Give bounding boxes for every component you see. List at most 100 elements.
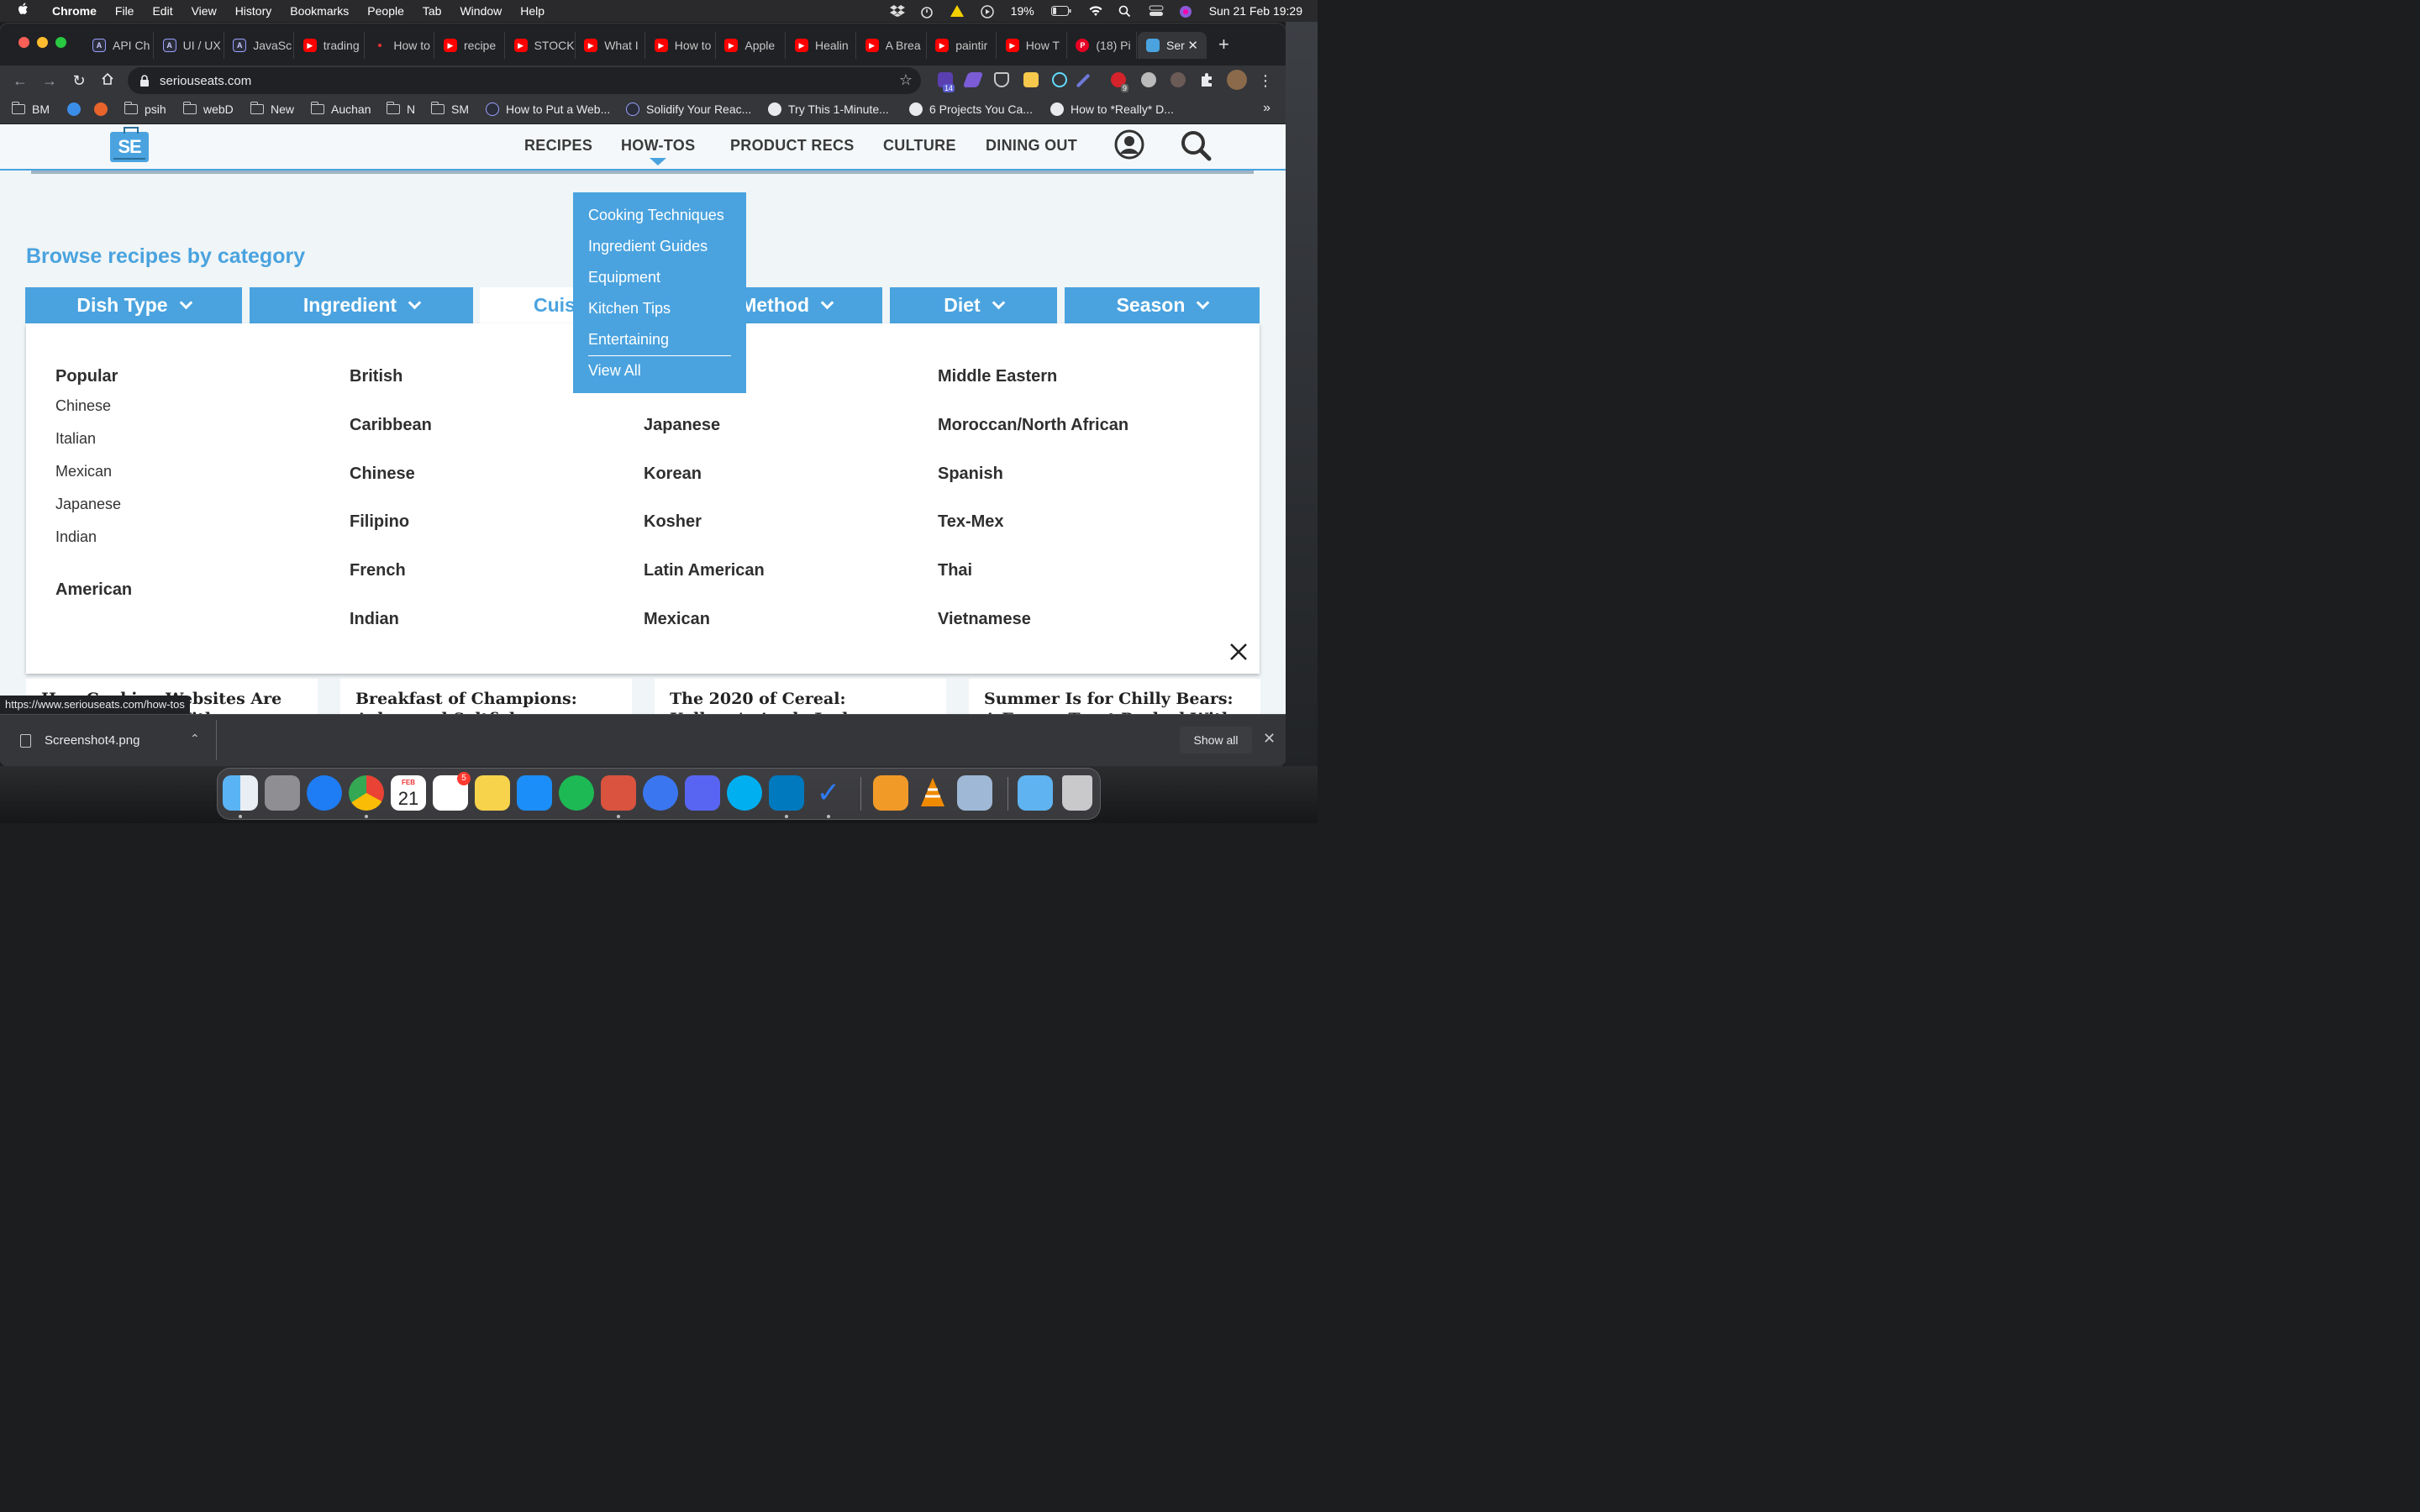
todo-checkmark-icon[interactable]: ✓ [811,775,846,811]
calendar-icon[interactable]: FEB 21 [391,775,426,811]
notes-extension-icon[interactable] [1023,72,1039,87]
nav-culture[interactable]: CULTURE [883,137,956,155]
launchpad-icon[interactable] [265,775,300,811]
bookmark-item[interactable] [94,102,114,116]
spotlight-search-icon[interactable] [1118,5,1132,18]
popular-link[interactable]: Italian [55,430,96,448]
menubar-clock[interactable]: Sun 21 Feb 19:29 [1209,4,1302,18]
popular-link[interactable]: Indian [55,528,97,546]
cuisine-link[interactable]: Caribbean [350,416,432,435]
home-icon[interactable] [97,71,118,91]
cuisine-link[interactable]: British [350,367,402,386]
tab-season[interactable]: Season [1065,287,1260,323]
extensions-puzzle-icon[interactable] [1199,72,1214,87]
browser-tab[interactable]: A UI / UX [155,32,224,59]
tab-ingredient[interactable]: Ingredient [250,287,473,323]
browser-tab[interactable]: ▶ STOCK [506,32,576,59]
books-icon[interactable] [873,775,908,811]
vlc-icon[interactable] [915,775,950,811]
close-window-button[interactable] [18,37,29,48]
popular-link[interactable]: Mexican [55,463,112,480]
tab-active[interactable]: Ser ✕ [1138,32,1207,59]
menu-tab[interactable]: Tab [423,4,442,18]
wifi-icon[interactable] [1088,5,1102,17]
feather-extension-icon[interactable] [962,72,984,87]
close-icon[interactable] [1229,643,1248,661]
cuisine-link[interactable]: Spanish [938,465,1003,484]
cuisine-link[interactable]: Kosher [644,512,702,532]
browser-tab[interactable]: ▶ Apple [716,32,786,59]
mask-extension-icon[interactable] [1171,72,1186,87]
spotify-icon[interactable] [559,775,594,811]
cuisine-link[interactable]: Chinese [350,465,415,484]
preview-icon[interactable] [957,775,992,811]
menu-people[interactable]: People [367,4,404,18]
menu-window[interactable]: Window [460,4,502,18]
forward-arrow-icon[interactable]: → [39,71,60,91]
trash-icon[interactable] [1062,775,1092,811]
browser-tab[interactable]: ▶ How to [646,32,716,59]
menu-history[interactable]: History [235,4,272,18]
nav-recipes[interactable]: RECIPES [524,137,592,155]
zoom-window-button[interactable] [55,37,66,48]
chrome-icon[interactable] [349,775,384,811]
nav-dining-out[interactable]: DINING OUT [986,137,1077,155]
dropdown-item-view-all[interactable]: View All [588,361,731,392]
search-icon[interactable] [1180,129,1212,165]
profile-avatar[interactable] [1227,70,1247,90]
article-card[interactable]: Summer Is for Chilly Bears: A Frozen Tre… [969,679,1260,717]
bookmark-item[interactable]: Try This 1-Minute... [768,102,889,116]
bookmark-item[interactable]: New [250,102,294,116]
bookmark-item[interactable]: BM [11,102,50,116]
minimize-window-button[interactable] [37,37,48,48]
tab-diet[interactable]: Diet [890,287,1057,323]
article-card[interactable]: Breakfast of Champions: Ackee and Saltfi… [340,679,632,717]
new-tab-button[interactable]: + [1218,35,1229,54]
cuisine-link[interactable]: Korean [644,465,702,484]
skype-icon[interactable] [727,775,762,811]
notes-icon[interactable] [475,775,510,811]
cuisine-link[interactable]: Moroccan/North African [938,416,1128,435]
menu-bookmarks[interactable]: Bookmarks [290,4,349,18]
chrome-menu-icon[interactable]: ⋮ [1255,71,1276,91]
warning-icon[interactable] [950,5,964,17]
browser-tab[interactable]: A API Ch [84,32,154,59]
cuisine-link[interactable]: Tex-Mex [938,512,1004,532]
browser-tab[interactable]: ▶ recipe [435,32,505,59]
signal-icon[interactable] [643,775,678,811]
browser-tab[interactable]: ▶ paintir [927,32,997,59]
browser-tab[interactable]: A JavaSc [224,32,295,59]
cuisine-link[interactable]: American [55,580,132,600]
pocket-icon[interactable] [994,72,1009,87]
bookmark-item[interactable] [67,102,87,116]
cuisine-link[interactable]: Filipino [350,512,409,532]
menu-help[interactable]: Help [520,4,544,18]
bookmark-item[interactable]: N [386,102,415,116]
chevron-up-icon[interactable]: ⌃ [190,732,200,746]
discord-icon[interactable] [685,775,720,811]
browser-tab[interactable]: ▶ A Brea [857,32,927,59]
dropdown-item-cooking-techniques[interactable]: Cooking Techniques [588,206,731,237]
bookmark-star-icon[interactable]: ☆ [899,71,913,89]
app-store-icon[interactable] [517,775,552,811]
menu-file[interactable]: File [115,4,134,18]
lock-icon[interactable] [139,75,150,87]
cuisine-link[interactable]: Vietnamese [938,610,1031,629]
battery-icon[interactable] [1050,5,1071,17]
cuisine-link[interactable]: Indian [350,610,399,629]
bookmark-item[interactable]: Solidify Your Reac... [626,102,751,116]
cuisine-link[interactable]: Thai [938,561,972,580]
siri-icon[interactable] [1179,5,1192,18]
bookmark-item[interactable]: Auchan [310,102,371,116]
cuisine-link[interactable]: Mexican [644,610,710,629]
cuisine-link[interactable]: Latin American [644,561,765,580]
tab-dish-type[interactable]: Dish Type [25,287,242,323]
bookmark-item[interactable]: How to Put a Web... [486,102,610,116]
reload-icon[interactable]: ↻ [69,71,89,91]
browser-tab[interactable]: ▶ trading [295,32,365,59]
bookmark-item[interactable]: How to *Really* D... [1050,102,1174,116]
dropbox-icon[interactable] [889,5,905,17]
show-all-button[interactable]: Show all [1180,727,1252,753]
popular-link[interactable]: Chinese [55,397,111,415]
more-bookmarks-icon[interactable]: » [1263,101,1270,116]
